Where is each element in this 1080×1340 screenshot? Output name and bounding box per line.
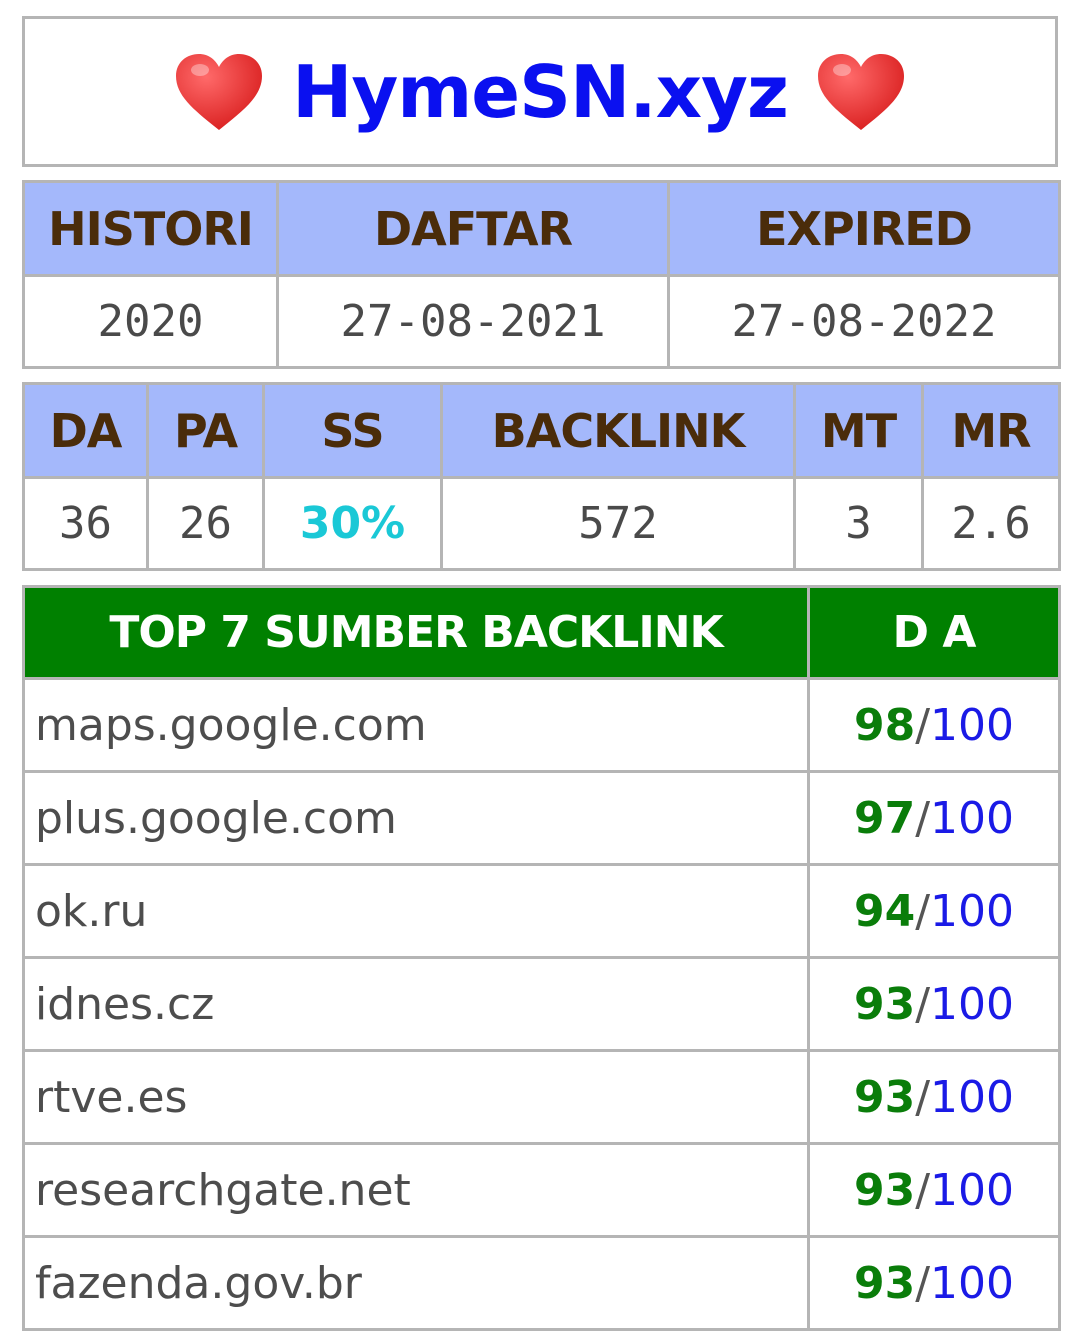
seo-card: HymeSN.xyz HISTORI DAFTAR EXPIRED 2020 2… [22,16,1061,1331]
backlink-da-score: 93/100 [807,1049,1061,1145]
backlink-domain: idnes.cz [22,956,810,1052]
daftar-value: 27-08-2021 [276,274,670,369]
backlink-domain: fazenda.gov.br [22,1235,810,1331]
table-row: rtve.es 93/100 [22,1049,1061,1145]
da-score-separator: / [915,978,931,1030]
mr-value: 2.6 [921,476,1061,571]
top-backlinks-table: TOP 7 SUMBER BACKLINK D A maps.google.co… [22,585,1061,1331]
pa-header: PA [146,382,265,479]
da-score-value: 98 [853,699,916,751]
da-score-value: 93 [853,1257,916,1309]
table-row: researchgate.net 93/100 [22,1142,1061,1238]
backlink-da-score: 98/100 [807,677,1061,773]
da-score-value: 93 [853,978,916,1030]
da-score-value: 97 [853,792,916,844]
da-score-max: 100 [930,1257,1015,1309]
ss-header: SS [262,382,443,479]
da-score-max: 100 [930,699,1015,751]
ss-value: 30% [262,476,443,571]
da-score-separator: / [915,792,931,844]
backlink-da-score: 93/100 [807,956,1061,1052]
histori-header: HISTORI [22,180,279,277]
da-score-max: 100 [930,792,1015,844]
table-row: idnes.cz 93/100 [22,956,1061,1052]
backlink-header: BACKLINK [440,382,796,479]
backlink-da-score: 97/100 [807,770,1061,866]
site-title-box: HymeSN.xyz [22,16,1058,167]
site-title: HymeSN.xyz [292,49,789,134]
backlink-domain: researchgate.net [22,1142,810,1238]
heart-icon [176,53,263,130]
da-score-separator: / [915,1071,931,1123]
backlink-da-score: 94/100 [807,863,1061,959]
histori-value: 2020 [22,274,279,369]
top-backlinks-body: maps.google.com 98/100 plus.google.com 97/1… [22,677,1061,1331]
top-backlinks-title: TOP 7 SUMBER BACKLINK [22,585,810,680]
da-score-header: D A [807,585,1061,680]
da-score-value: 93 [853,1164,916,1216]
da-score-separator: / [915,699,931,751]
da-score-separator: / [915,1257,931,1309]
top-backlinks-header-row: TOP 7 SUMBER BACKLINK D A [22,585,1061,680]
backlink-domain: plus.google.com [22,770,810,866]
expired-value: 27-08-2022 [667,274,1061,369]
table-row: maps.google.com 98/100 [22,677,1061,773]
da-header: DA [22,382,149,479]
da-score-value: 94 [853,885,916,937]
backlink-da-score: 93/100 [807,1235,1061,1331]
table-row: ok.ru 94/100 [22,863,1061,959]
table-row: fazenda.gov.br 93/100 [22,1235,1061,1331]
da-score-separator: / [915,1164,931,1216]
domain-info-header-row: HISTORI DAFTAR EXPIRED [22,180,1061,277]
backlink-domain: rtve.es [22,1049,810,1145]
da-score-value: 93 [853,1071,916,1123]
metrics-value-row: 36 26 30% 572 3 2.6 [22,476,1061,571]
mt-header: MT [793,382,924,479]
backlink-da-score: 93/100 [807,1142,1061,1238]
da-score-separator: / [915,885,931,937]
daftar-header: DAFTAR [276,180,670,277]
mr-header: MR [921,382,1061,479]
pa-value: 26 [146,476,265,571]
expired-header: EXPIRED [667,180,1061,277]
da-score-max: 100 [930,978,1015,1030]
da-value: 36 [22,476,149,571]
backlink-domain: maps.google.com [22,677,810,773]
da-score-max: 100 [930,1164,1015,1216]
da-score-max: 100 [930,885,1015,937]
mt-value: 3 [793,476,924,571]
domain-info-value-row: 2020 27-08-2021 27-08-2022 [22,274,1061,369]
backlink-value: 572 [440,476,796,571]
domain-info-table: HISTORI DAFTAR EXPIRED 2020 27-08-2021 2… [22,180,1061,369]
da-score-max: 100 [930,1071,1015,1123]
heart-icon [817,53,904,130]
table-row: plus.google.com 97/100 [22,770,1061,866]
backlink-domain: ok.ru [22,863,810,959]
metrics-table: DA PA SS BACKLINK MT MR 36 26 30% 572 3 … [22,382,1061,571]
metrics-header-row: DA PA SS BACKLINK MT MR [22,382,1061,479]
